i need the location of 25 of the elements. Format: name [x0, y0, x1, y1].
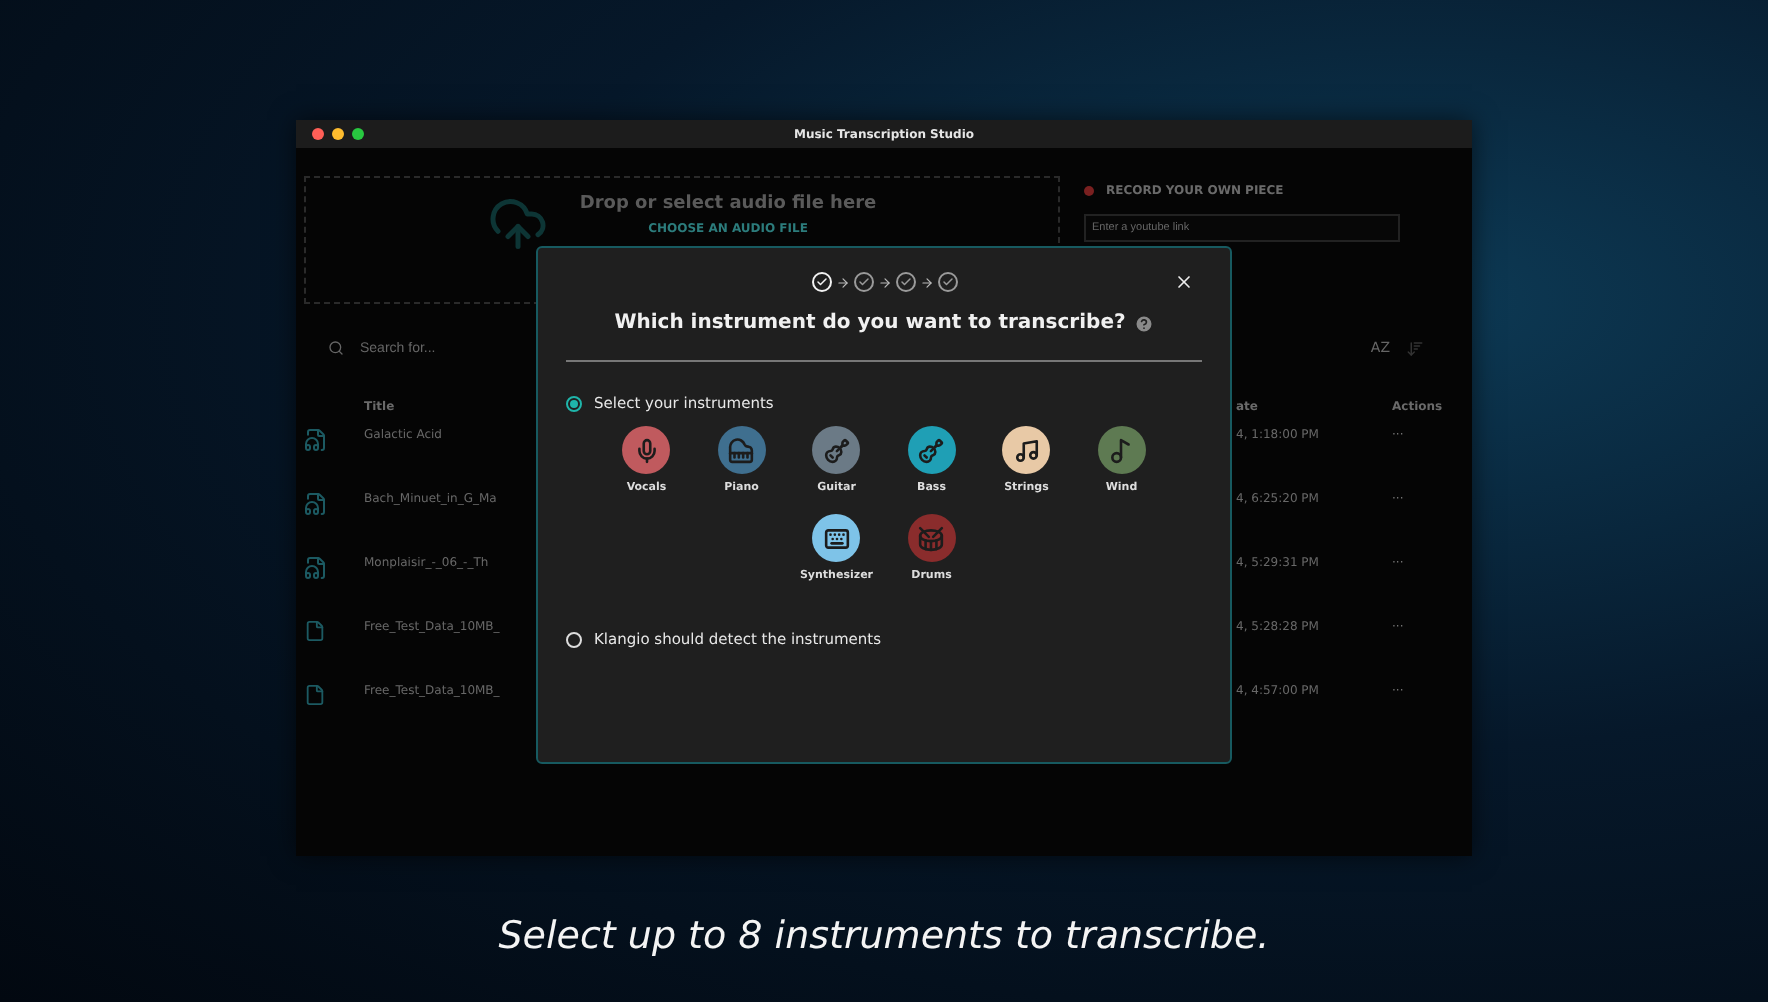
piano-icon[interactable]: [717, 426, 766, 474]
close-button[interactable]: [1174, 272, 1194, 292]
arrow-right-icon: [877, 275, 891, 289]
zoom-window-icon[interactable]: [352, 128, 364, 140]
microphone-icon[interactable]: [622, 426, 671, 474]
dialog-title: Which instrument do you want to transcribe?: [614, 312, 1126, 334]
search-icon: [328, 340, 344, 356]
file-icon: [304, 684, 326, 706]
file-icon: [304, 620, 326, 642]
caption: Select up to 8 instruments to transcribe.: [498, 914, 1270, 958]
audio-file-icon: [304, 428, 328, 452]
close-window-icon[interactable]: [312, 128, 324, 140]
minimize-window-icon[interactable]: [332, 128, 344, 140]
music-note-icon[interactable]: [1002, 426, 1051, 474]
record-dot-icon: [1084, 186, 1094, 196]
arrow-right-icon: [919, 275, 933, 289]
audio-file-icon: [304, 556, 328, 580]
guitar-icon[interactable]: [907, 426, 956, 474]
cloud-upload-icon: [487, 194, 548, 254]
guitar-icon[interactable]: [812, 426, 861, 474]
keyboard-icon[interactable]: [812, 514, 861, 562]
drop-heading: Drop or select audio file here: [579, 194, 877, 214]
help-icon[interactable]: [1133, 313, 1154, 333]
audio-file-icon: [304, 492, 328, 516]
arrow-right-icon: [835, 275, 849, 289]
